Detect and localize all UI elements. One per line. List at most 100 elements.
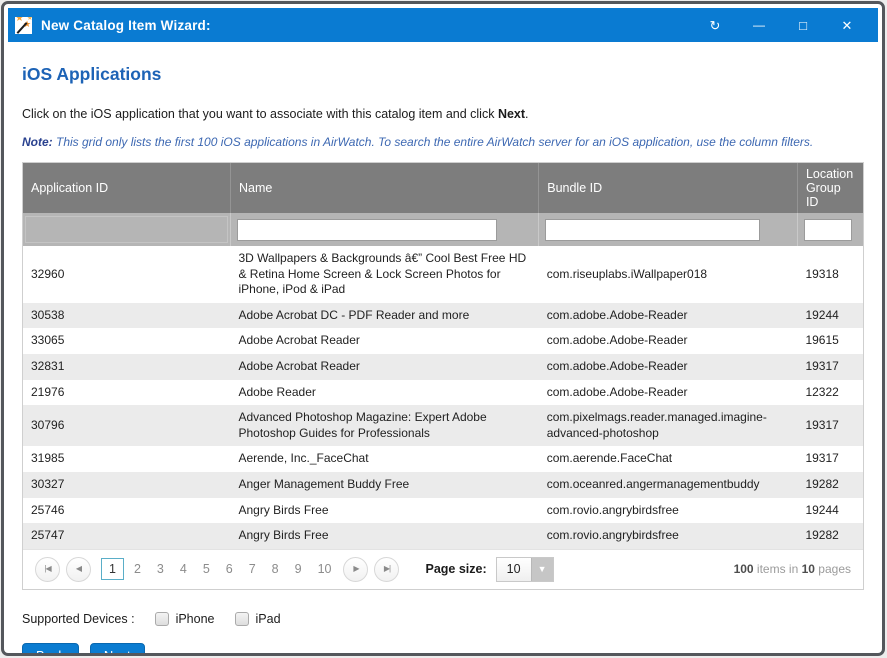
page-number[interactable]: 9 <box>287 559 310 579</box>
page-number[interactable]: 2 <box>126 559 149 579</box>
column-header-location-group-id[interactable]: Location Group ID <box>797 163 863 213</box>
table-row[interactable]: 33065 Adobe Acrobat Reader com.adobe.Ado… <box>23 328 863 354</box>
bundle-id-cell: com.rovio.angrybirdsfree <box>539 498 798 524</box>
wizard-buttons: Back Next <box>22 643 864 656</box>
location-group-id-filter-input[interactable] <box>804 219 852 241</box>
table-row[interactable]: 25746 Angry Birds Free com.rovio.angrybi… <box>23 498 863 524</box>
page-size-dropdown[interactable]: 10 ▼ <box>496 557 554 582</box>
bundle-id-cell: com.adobe.Adobe-Reader <box>539 354 798 380</box>
instruction-text: Click on the iOS application that you wa… <box>22 107 864 121</box>
iphone-checkbox[interactable] <box>155 612 169 626</box>
table-row[interactable]: 30796 Advanced Photoshop Magazine: Exper… <box>23 405 863 446</box>
application-id-cell: 25747 <box>23 523 230 549</box>
next-button[interactable]: Next <box>90 643 145 656</box>
star-icon: ★ <box>27 17 32 22</box>
window-title: New Catalog Item Wizard: <box>41 18 211 33</box>
location-group-id-cell: 19244 <box>797 303 863 329</box>
last-page-button[interactable]: ▶| <box>374 557 399 582</box>
application-id-cell: 32831 <box>23 354 230 380</box>
window-controls: ↻ — □ ✕ <box>708 19 864 32</box>
location-group-id-cell: 19317 <box>797 446 863 472</box>
application-id-filter-cell <box>25 216 228 243</box>
table-row[interactable]: 31985 Aerende, Inc._FaceChat com.aerende… <box>23 446 863 472</box>
maximize-icon[interactable]: □ <box>796 19 810 32</box>
wizard-window: ★ ★ ★ New Catalog Item Wizard: ↻ — □ ✕ i… <box>1 1 885 656</box>
instruction-prefix: Click on the iOS application that you wa… <box>22 107 498 121</box>
first-page-button[interactable]: |◀ <box>35 557 60 582</box>
name-cell: Adobe Acrobat DC - PDF Reader and more <box>230 303 538 329</box>
iphone-checkbox-label: iPhone <box>176 612 215 626</box>
supported-devices-label: Supported Devices : <box>22 612 135 626</box>
bundle-id-cell: com.pixelmags.reader.managed.imagine-adv… <box>539 405 798 446</box>
note-text: Note: This grid only lists the first 100… <box>22 135 864 149</box>
instruction-suffix: . <box>525 107 528 121</box>
note-label: Note: <box>22 135 53 149</box>
bundle-id-cell: com.riseuplabs.iWallpaper018 <box>539 246 798 303</box>
table-row[interactable]: 32960 3D Wallpapers & Backgrounds â€” Co… <box>23 246 863 303</box>
page-number-current[interactable]: 1 <box>101 558 124 580</box>
page-size-value: 10 <box>497 558 531 581</box>
location-group-id-cell: 19244 <box>797 498 863 524</box>
location-group-id-cell: 19317 <box>797 354 863 380</box>
items-count: 100 <box>734 562 754 576</box>
name-cell: 3D Wallpapers & Backgrounds â€” Cool Bes… <box>230 246 538 303</box>
location-group-id-cell: 12322 <box>797 380 863 406</box>
page-size-control: Page size: 10 ▼ <box>425 557 553 582</box>
column-header-application-id[interactable]: Application ID <box>23 163 230 213</box>
location-group-id-cell: 19282 <box>797 472 863 498</box>
name-cell: Angry Birds Free <box>230 498 538 524</box>
minimize-icon[interactable]: — <box>752 19 766 31</box>
application-id-cell: 33065 <box>23 328 230 354</box>
table-row[interactable]: 30538 Adobe Acrobat DC - PDF Reader and … <box>23 303 863 329</box>
bundle-id-cell: com.adobe.Adobe-Reader <box>539 303 798 329</box>
name-filter-input[interactable] <box>237 219 497 241</box>
application-id-cell: 30327 <box>23 472 230 498</box>
pager-summary: 100 items in 10 pages <box>734 562 851 576</box>
page-number[interactable]: 8 <box>264 559 287 579</box>
page-number[interactable]: 10 <box>310 559 340 579</box>
ipad-checkbox[interactable] <box>235 612 249 626</box>
table-row[interactable]: 21976 Adobe Reader com.adobe.Adobe-Reade… <box>23 380 863 406</box>
page-number[interactable]: 4 <box>172 559 195 579</box>
close-icon[interactable]: ✕ <box>840 19 854 32</box>
application-id-cell: 25746 <box>23 498 230 524</box>
table-row[interactable]: 30327 Anger Management Buddy Free com.oc… <box>23 472 863 498</box>
page-numbers: 1 2 3 4 5 6 7 8 9 10 <box>101 558 339 580</box>
bundle-id-cell: com.adobe.Adobe-Reader <box>539 328 798 354</box>
column-header-bundle-id[interactable]: Bundle ID <box>539 163 798 213</box>
application-id-cell: 31985 <box>23 446 230 472</box>
chevron-down-icon[interactable]: ▼ <box>531 558 553 581</box>
table-row[interactable]: 32831 Adobe Acrobat Reader com.adobe.Ado… <box>23 354 863 380</box>
pager: |◀ ◀ 1 2 3 4 5 6 7 8 9 10 ▶ ▶| Page si <box>23 549 863 589</box>
previous-page-button[interactable]: ◀ <box>66 557 91 582</box>
next-page-button[interactable]: ▶ <box>343 557 368 582</box>
wizard-content: iOS Applications Click on the iOS applic… <box>8 42 878 656</box>
header-row: Application ID Name Bundle ID Location G… <box>23 163 863 213</box>
application-id-cell: 21976 <box>23 380 230 406</box>
note-body: This grid only lists the first 100 iOS a… <box>53 135 814 149</box>
applications-table: Application ID Name Bundle ID Location G… <box>23 163 863 549</box>
name-cell: Adobe Reader <box>230 380 538 406</box>
applications-grid: Application ID Name Bundle ID Location G… <box>22 162 864 590</box>
back-button[interactable]: Back <box>22 643 79 656</box>
name-cell: Angry Birds Free <box>230 523 538 549</box>
page-number[interactable]: 5 <box>195 559 218 579</box>
bundle-id-cell: com.oceanred.angermanagementbuddy <box>539 472 798 498</box>
bundle-id-filter-input[interactable] <box>545 219 760 241</box>
application-id-cell: 30796 <box>23 405 230 446</box>
bundle-id-cell: com.rovio.angrybirdsfree <box>539 523 798 549</box>
bundle-id-cell: com.adobe.Adobe-Reader <box>539 380 798 406</box>
name-cell: Anger Management Buddy Free <box>230 472 538 498</box>
table-row[interactable]: 25747 Angry Birds Free com.rovio.angrybi… <box>23 523 863 549</box>
page-number[interactable]: 3 <box>149 559 172 579</box>
page-number[interactable]: 6 <box>218 559 241 579</box>
instruction-next-emphasis: Next <box>498 107 525 121</box>
refresh-icon[interactable]: ↻ <box>708 19 722 32</box>
page-number[interactable]: 7 <box>241 559 264 579</box>
pages-count: 10 <box>802 562 815 576</box>
location-group-id-cell: 19615 <box>797 328 863 354</box>
pages-text: pages <box>815 562 851 576</box>
column-header-name[interactable]: Name <box>230 163 538 213</box>
wizard-app-icon: ★ ★ ★ <box>15 17 32 34</box>
name-cell: Advanced Photoshop Magazine: Expert Adob… <box>230 405 538 446</box>
